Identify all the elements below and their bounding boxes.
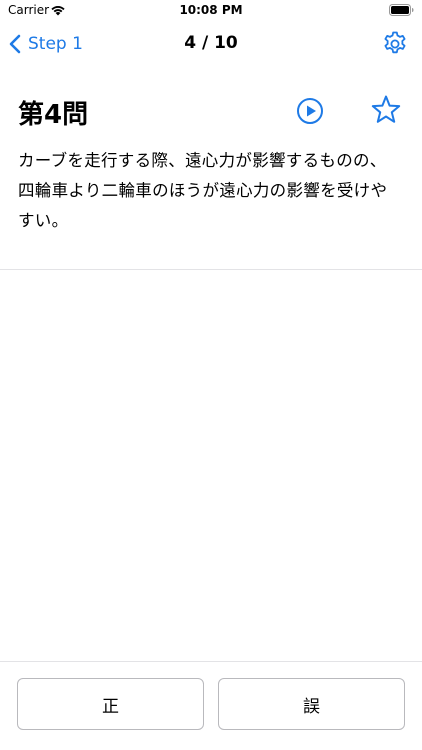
question-title: 第4問 (18, 100, 89, 130)
navigation-bar: Step 1 4 / 10 (0, 22, 422, 66)
question-text: カーブを走行する際、遠心力が影響するものの、四輪車より二輪車のほうが遠心力の影響… (18, 151, 388, 230)
battery-icon (389, 4, 414, 16)
question-header: 第4問 (18, 92, 404, 132)
star-icon[interactable] (370, 94, 402, 126)
true-answer-label: 正 (102, 696, 119, 717)
page-title: 4 / 10 (184, 33, 238, 53)
play-circle-icon[interactable] (295, 96, 325, 126)
divider (0, 661, 422, 662)
clock: 10:08 PM (179, 3, 243, 17)
screen: Carrier 10:08 PM Step 1 4 / 10 第4問 カーブを走… (0, 0, 422, 750)
false-answer-button[interactable]: 誤 (218, 678, 405, 730)
divider (0, 269, 422, 270)
status-bar: Carrier 10:08 PM (0, 0, 422, 22)
false-answer-label: 誤 (303, 696, 320, 717)
gear-icon[interactable] (380, 29, 410, 59)
true-answer-button[interactable]: 正 (17, 678, 204, 730)
